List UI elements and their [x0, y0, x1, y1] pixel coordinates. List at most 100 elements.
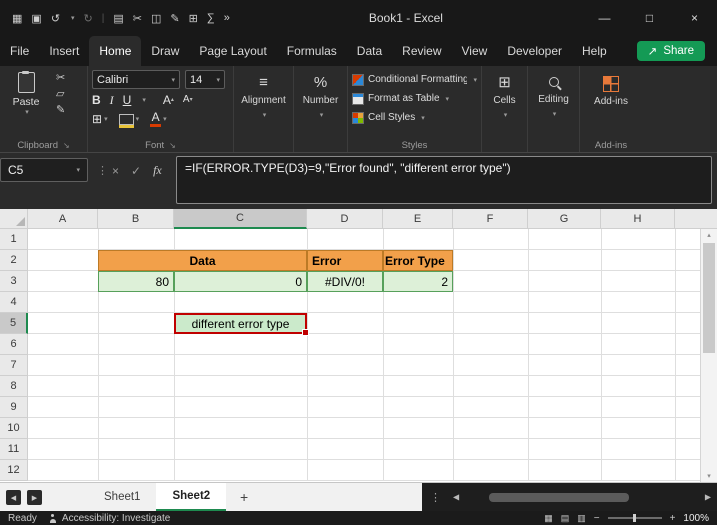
grid-row[interactable]: [28, 418, 700, 439]
cell-c3[interactable]: 0: [174, 271, 307, 292]
zoom-out-button[interactable]: −: [594, 513, 600, 524]
row-header-4[interactable]: 4: [0, 292, 28, 313]
font-name-select[interactable]: Calibri ▾: [92, 70, 180, 89]
insert-function-icon[interactable]: fx: [153, 163, 162, 178]
tab-draw[interactable]: Draw: [141, 36, 189, 66]
row-header-10[interactable]: 10: [0, 418, 28, 439]
formula-bar-more-icon[interactable]: ⋮: [97, 164, 108, 177]
tabstrip-more-icon[interactable]: ⋮: [430, 491, 441, 504]
close-button[interactable]: ×: [672, 0, 717, 36]
minimize-button[interactable]: —: [582, 0, 627, 36]
scroll-left-icon[interactable]: ◀: [453, 493, 459, 502]
row-header-6[interactable]: 6: [0, 334, 28, 355]
format-painter-icon[interactable]: ✎: [56, 105, 65, 116]
underline-button[interactable]: U: [123, 94, 132, 106]
sheet-tab-sheet2[interactable]: Sheet2: [156, 483, 226, 511]
scroll-up-icon[interactable]: ▴: [701, 231, 717, 239]
tab-review[interactable]: Review: [392, 36, 451, 66]
grid-row[interactable]: [28, 397, 700, 418]
row-header-7[interactable]: 7: [0, 355, 28, 376]
selected-cell-c5[interactable]: different error type: [174, 313, 307, 334]
dialog-launcher-icon[interactable]: ↘: [63, 141, 70, 150]
row-header-12[interactable]: 12: [0, 460, 28, 481]
tab-help[interactable]: Help: [572, 36, 617, 66]
cell-d3-error-value[interactable]: #DIV/0!: [307, 271, 383, 292]
formula-input[interactable]: =IF(ERROR.TYPE(D3)=9,"Error found", "dif…: [176, 156, 712, 204]
sheet-prev-icon[interactable]: ◀: [6, 490, 21, 505]
chevron-down-icon[interactable]: ▾: [71, 14, 75, 22]
row-header-8[interactable]: 8: [0, 376, 28, 397]
cancel-icon[interactable]: ×: [112, 164, 119, 178]
cell-b3[interactable]: 80: [98, 271, 174, 292]
copy-icon[interactable]: ▱: [56, 89, 65, 100]
grid-row[interactable]: [28, 376, 700, 397]
draw-icon[interactable]: ✎: [170, 12, 179, 25]
increase-font-button[interactable]: A ▴: [163, 94, 174, 106]
redo-icon[interactable]: ↻: [84, 12, 93, 25]
column-header-f[interactable]: F: [453, 209, 528, 229]
grid-row[interactable]: [28, 355, 700, 376]
cell-e3-error-type-value[interactable]: 2: [383, 271, 453, 292]
grid-row[interactable]: [28, 334, 700, 355]
dialog-launcher-icon[interactable]: ↘: [169, 141, 176, 150]
borders-button[interactable]: ⊞ ▾: [92, 113, 108, 125]
scroll-right-icon[interactable]: ▶: [705, 493, 711, 502]
tab-page-layout[interactable]: Page Layout: [189, 36, 276, 66]
column-header-c[interactable]: C: [174, 209, 307, 229]
column-header-e[interactable]: E: [383, 209, 453, 229]
accessibility-status[interactable]: Accessibility: Investigate: [49, 513, 170, 524]
grid-row[interactable]: [28, 229, 700, 250]
zoom-slider[interactable]: [608, 517, 662, 519]
add-ins-button[interactable]: Add-ins: [584, 70, 638, 107]
grid-row[interactable]: [28, 292, 700, 313]
new-sheet-button[interactable]: +: [232, 483, 256, 511]
tab-formulas[interactable]: Formulas: [277, 36, 347, 66]
font-size-select[interactable]: 14 ▾: [185, 70, 225, 89]
zoom-level[interactable]: 100%: [683, 513, 709, 524]
column-header-b[interactable]: B: [98, 209, 174, 229]
table-icon[interactable]: ⊞: [189, 12, 198, 25]
column-header-a[interactable]: A: [28, 209, 98, 229]
cell-e2-error-type-header[interactable]: Error Type: [383, 250, 453, 271]
name-box[interactable]: C5 ▾: [0, 158, 88, 182]
row-header-3[interactable]: 3: [0, 271, 28, 292]
page-break-view-icon[interactable]: ▥: [577, 513, 586, 524]
chart-icon[interactable]: ◫: [151, 12, 161, 25]
column-header-g[interactable]: G: [528, 209, 601, 229]
paste-button[interactable]: Paste ▾: [4, 70, 48, 116]
row-header-2[interactable]: 2: [0, 250, 28, 271]
editing-group[interactable]: Editing ▾: [528, 66, 580, 152]
italic-button[interactable]: I: [110, 94, 114, 106]
enter-icon[interactable]: ✓: [131, 164, 141, 178]
cell-styles-button[interactable]: Cell Styles ▾: [352, 108, 477, 127]
share-button[interactable]: ↗ Share: [637, 41, 705, 61]
normal-view-icon[interactable]: ▦: [544, 513, 553, 524]
undo-icon[interactable]: ↺: [51, 12, 60, 25]
zoom-slider-thumb[interactable]: [633, 514, 636, 522]
column-header-h[interactable]: H: [601, 209, 675, 229]
sheet-tab-sheet1[interactable]: Sheet1: [88, 483, 156, 511]
grid-row[interactable]: [28, 460, 700, 481]
sheet-next-icon[interactable]: ▶: [27, 490, 42, 505]
grid-row[interactable]: [28, 313, 700, 334]
format-as-table-button[interactable]: Format as Table ▾: [352, 89, 477, 108]
cells-group[interactable]: ⊞ Cells ▾: [482, 66, 528, 152]
row-header-5[interactable]: 5: [0, 313, 28, 334]
alignment-group[interactable]: ≡ Alignment ▾: [234, 66, 294, 152]
vertical-scrollbar-thumb[interactable]: [703, 243, 715, 353]
save-icon[interactable]: ▣: [31, 12, 41, 25]
vertical-scrollbar[interactable]: ▴ ▾: [700, 229, 717, 482]
tab-developer[interactable]: Developer: [497, 36, 572, 66]
maximize-button[interactable]: □: [627, 0, 672, 36]
zoom-in-button[interactable]: +: [670, 513, 676, 524]
bold-button[interactable]: B: [92, 94, 101, 106]
scroll-down-icon[interactable]: ▾: [701, 472, 717, 480]
decrease-font-button[interactable]: A ▾: [183, 95, 193, 105]
chevron-down-icon[interactable]: ▾: [142, 96, 146, 104]
cut-icon[interactable]: ✂: [133, 12, 142, 25]
horizontal-scrollbar[interactable]: ◀ ▶: [451, 483, 717, 511]
sum-icon[interactable]: ∑: [207, 12, 215, 24]
tab-file[interactable]: File: [0, 36, 39, 66]
tab-home[interactable]: Home: [89, 36, 141, 66]
row-header-11[interactable]: 11: [0, 439, 28, 460]
